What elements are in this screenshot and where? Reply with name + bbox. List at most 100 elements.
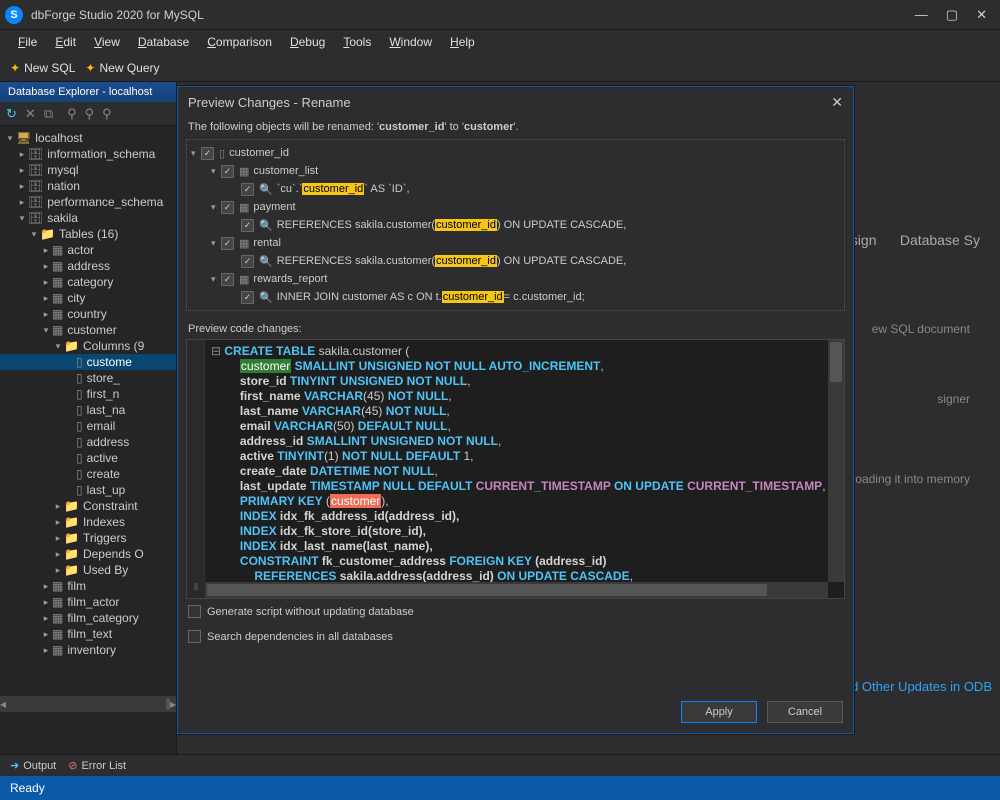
column-node[interactable]: ▯active: [0, 450, 176, 466]
checkbox-icon[interactable]: ✓: [221, 237, 234, 250]
table-node[interactable]: ▸▦address: [0, 258, 176, 274]
table-node[interactable]: ▸▦film_actor: [0, 594, 176, 610]
menu-comparison[interactable]: Comparison: [199, 33, 280, 51]
menu-debug[interactable]: Debug: [282, 33, 333, 51]
scrollbar-thumb[interactable]: [830, 342, 842, 382]
delete-icon[interactable]: ✕: [25, 106, 36, 122]
scrollbar-thumb[interactable]: [207, 584, 767, 596]
filter3-icon[interactable]: ⚲: [102, 106, 112, 122]
filter-icon[interactable]: ⚲: [67, 106, 77, 122]
apply-button[interactable]: Apply: [681, 701, 757, 723]
table-node[interactable]: ▸▦film: [0, 578, 176, 594]
scroll-left-icon[interactable]: ◂: [0, 697, 6, 711]
close-button[interactable]: ✕: [976, 7, 987, 23]
checkbox-icon[interactable]: ✓: [221, 273, 234, 286]
column-customer-id[interactable]: ▯custome: [0, 354, 176, 370]
column-node[interactable]: ▯store_: [0, 370, 176, 386]
table-node[interactable]: ▸▦film_text: [0, 626, 176, 642]
db-explorer-tree[interactable]: ▾🖥localhost ▸🗄information_schema▸🗄mysql▸…: [0, 126, 176, 696]
obj-detail[interactable]: ✓🔍REFERENCES sakila.customer(customer_id…: [191, 252, 840, 270]
code-vscrollbar[interactable]: [828, 340, 844, 582]
table-node[interactable]: ▸▦country: [0, 306, 176, 322]
folder-node[interactable]: ▸📁Indexes: [0, 514, 176, 530]
folder-node[interactable]: ▸📁Triggers: [0, 530, 176, 546]
minimize-button[interactable]: —: [915, 7, 928, 23]
checkbox-icon[interactable]: [188, 630, 201, 643]
copy-icon[interactable]: ⧉: [44, 106, 53, 122]
checkbox-icon[interactable]: [188, 605, 201, 618]
filter2-icon[interactable]: ⚲: [85, 106, 95, 122]
new-sql-button[interactable]: ✦New SQL: [10, 61, 75, 75]
news-link[interactable]: nd Other Updates in ODB: [844, 679, 992, 694]
table-node[interactable]: ▸▦inventory: [0, 642, 176, 658]
server-node[interactable]: ▾🖥localhost: [0, 130, 176, 146]
code-hscrollbar[interactable]: [205, 582, 828, 598]
folder-icon: 📁: [64, 531, 79, 545]
maximize-button[interactable]: ▢: [946, 7, 958, 23]
option-search-dependencies[interactable]: Search dependencies in all databases: [178, 624, 853, 649]
column-icon: ▯: [76, 419, 83, 433]
table-node[interactable]: ▸▦film_category: [0, 610, 176, 626]
column-node[interactable]: ▯create: [0, 466, 176, 482]
menu-edit[interactable]: Edit: [47, 33, 84, 51]
explorer-hscrollbar[interactable]: ◂ ▸: [0, 696, 176, 712]
db-node[interactable]: ▸🗄mysql: [0, 162, 176, 178]
error-list-tab[interactable]: ⊘Error List: [68, 759, 126, 772]
checkbox-icon[interactable]: ✓: [241, 219, 254, 232]
scroll-right-icon[interactable]: ▸: [170, 697, 176, 711]
obj-detail[interactable]: ✓🔍REFERENCES sakila.customer(customer_id…: [191, 216, 840, 234]
checkbox-icon[interactable]: ✓: [241, 255, 254, 268]
table-customer[interactable]: ▾▦customer: [0, 322, 176, 338]
menu-file[interactable]: File: [10, 33, 45, 51]
obj-node[interactable]: ▾✓▦rental: [191, 234, 840, 252]
arrow-icon: ➜: [10, 759, 19, 772]
checkbox-icon[interactable]: ✓: [221, 201, 234, 214]
db-sakila[interactable]: ▾🗄sakila: [0, 210, 176, 226]
column-node[interactable]: ▯address: [0, 434, 176, 450]
menu-view[interactable]: View: [86, 33, 128, 51]
db-node[interactable]: ▸🗄performance_schema: [0, 194, 176, 210]
checkbox-icon[interactable]: ✓: [221, 165, 234, 178]
obj-root[interactable]: ▾✓▯customer_id: [191, 144, 840, 162]
error-icon: ⊘: [68, 759, 77, 772]
tables-folder[interactable]: ▾📁Tables (16): [0, 226, 176, 242]
menu-database[interactable]: Database: [130, 33, 197, 51]
obj-detail[interactable]: ✓🔍INNER JOIN customer AS c ON t.customer…: [191, 288, 840, 306]
menu-help[interactable]: Help: [442, 33, 483, 51]
dialog-close-button[interactable]: ✕: [831, 94, 843, 111]
cancel-button[interactable]: Cancel: [767, 701, 843, 723]
db-node[interactable]: ▸🗄information_schema: [0, 146, 176, 162]
checkbox-icon[interactable]: ✓: [201, 147, 214, 160]
database-icon: 🗄: [28, 179, 43, 193]
output-tab[interactable]: ➜Output: [10, 759, 56, 772]
output-bar: ➜Output ⊘Error List: [0, 754, 1000, 776]
column-node[interactable]: ▯last_up: [0, 482, 176, 498]
objects-tree[interactable]: ▾✓▯customer_id ▾✓▦customer_list✓🔍`cu`.`c…: [186, 139, 845, 311]
table-node[interactable]: ▸▦city: [0, 290, 176, 306]
refresh-icon[interactable]: ↻: [6, 106, 17, 122]
column-node[interactable]: ▯last_na: [0, 402, 176, 418]
folder-node[interactable]: ▸📁Depends O: [0, 546, 176, 562]
split-grip-icon[interactable]: ⦀: [187, 582, 205, 598]
option-generate-script[interactable]: Generate script without updating databas…: [178, 599, 853, 624]
titlebar: S dbForge Studio 2020 for MySQL — ▢ ✕: [0, 0, 1000, 30]
obj-node[interactable]: ▾✓▦rewards_report: [191, 270, 840, 288]
new-query-button[interactable]: ✦New Query: [85, 61, 159, 75]
dialog-titlebar[interactable]: Preview Changes - Rename ✕: [178, 87, 853, 117]
obj-node[interactable]: ▾✓▦payment: [191, 198, 840, 216]
folder-node[interactable]: ▸📁Used By: [0, 562, 176, 578]
column-node[interactable]: ▯email: [0, 418, 176, 434]
column-node[interactable]: ▯first_n: [0, 386, 176, 402]
checkbox-icon[interactable]: ✓: [241, 291, 254, 304]
obj-node[interactable]: ▾✓▦customer_list: [191, 162, 840, 180]
table-node[interactable]: ▸▦category: [0, 274, 176, 290]
checkbox-icon[interactable]: ✓: [241, 183, 254, 196]
menu-window[interactable]: Window: [381, 33, 440, 51]
db-node[interactable]: ▸🗄nation: [0, 178, 176, 194]
table-node[interactable]: ▸▦actor: [0, 242, 176, 258]
folder-node[interactable]: ▸📁Constraint: [0, 498, 176, 514]
obj-detail[interactable]: ✓🔍`cu`.`customer_id` AS `ID`,: [191, 180, 840, 198]
code-preview[interactable]: ⊟ CREATE TABLE sakila.customer ( custome…: [186, 339, 845, 599]
columns-folder[interactable]: ▾📁Columns (9: [0, 338, 176, 354]
menu-tools[interactable]: Tools: [335, 33, 379, 51]
